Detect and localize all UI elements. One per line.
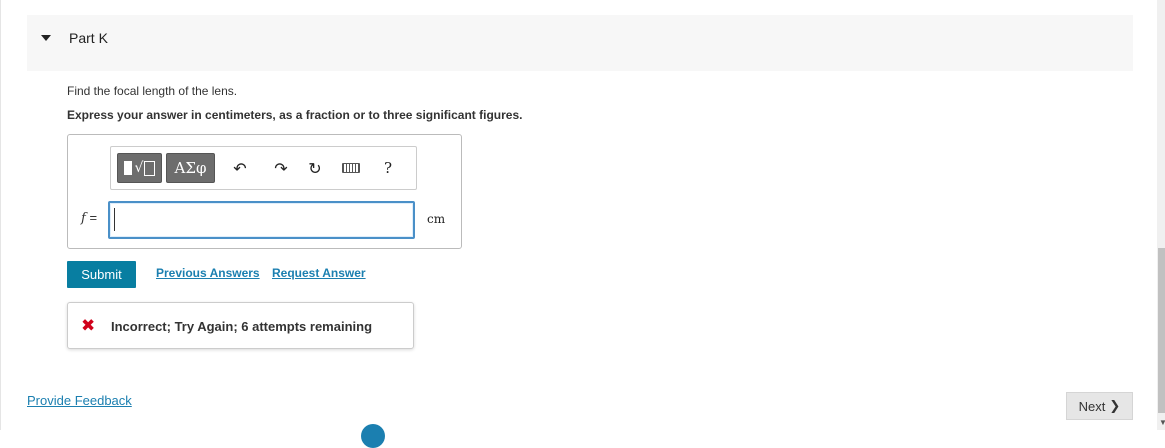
math-toolbar: √ ΑΣφ ↶ ↷ ↻ ? bbox=[110, 146, 417, 190]
question-instruction: Express your answer in centimeters, as a… bbox=[67, 108, 523, 122]
chevron-right-icon: ❯ bbox=[1109, 398, 1121, 414]
floating-help-icon[interactable] bbox=[361, 424, 385, 448]
help-button[interactable]: ? bbox=[377, 157, 399, 179]
unit-label: cm bbox=[427, 212, 446, 226]
part-title: Part K bbox=[69, 30, 108, 46]
variable-label: f = bbox=[81, 210, 97, 226]
part-header[interactable] bbox=[27, 15, 1133, 71]
answer-input[interactable] bbox=[108, 201, 415, 239]
question-text: Find the focal length of the lens. bbox=[67, 84, 238, 98]
reset-icon[interactable]: ↻ bbox=[304, 157, 326, 179]
template-block-icon bbox=[123, 161, 132, 175]
redo-icon[interactable]: ↷ bbox=[270, 157, 292, 179]
next-label: Next bbox=[1078, 398, 1106, 414]
provide-feedback-link[interactable]: Provide Feedback bbox=[27, 393, 132, 408]
page-edge bbox=[0, 0, 1, 430]
text-cursor bbox=[114, 208, 115, 231]
next-button[interactable]: Next ❯ bbox=[1066, 392, 1133, 420]
incorrect-icon: ✖ bbox=[81, 316, 96, 336]
collapse-caret-icon[interactable] bbox=[41, 35, 51, 41]
request-answer-link[interactable]: Request Answer bbox=[272, 266, 366, 280]
sqrt-template-icon: √ bbox=[135, 160, 156, 176]
submit-button[interactable]: Submit bbox=[67, 261, 136, 288]
feedback-message: Incorrect; Try Again; 6 attempts remaini… bbox=[111, 319, 373, 334]
scrollbar-thumb[interactable] bbox=[1158, 248, 1165, 413]
templates-button[interactable]: √ bbox=[117, 153, 162, 183]
equals-sign: = bbox=[89, 210, 98, 225]
undo-icon[interactable]: ↶ bbox=[229, 157, 251, 179]
keyboard-icon[interactable] bbox=[340, 157, 362, 179]
previous-answers-link[interactable]: Previous Answers bbox=[156, 266, 260, 280]
scroll-down-icon[interactable]: ▼ bbox=[1159, 418, 1165, 427]
variable-name: f bbox=[81, 211, 86, 226]
greek-symbols-button[interactable]: ΑΣφ bbox=[166, 153, 215, 183]
